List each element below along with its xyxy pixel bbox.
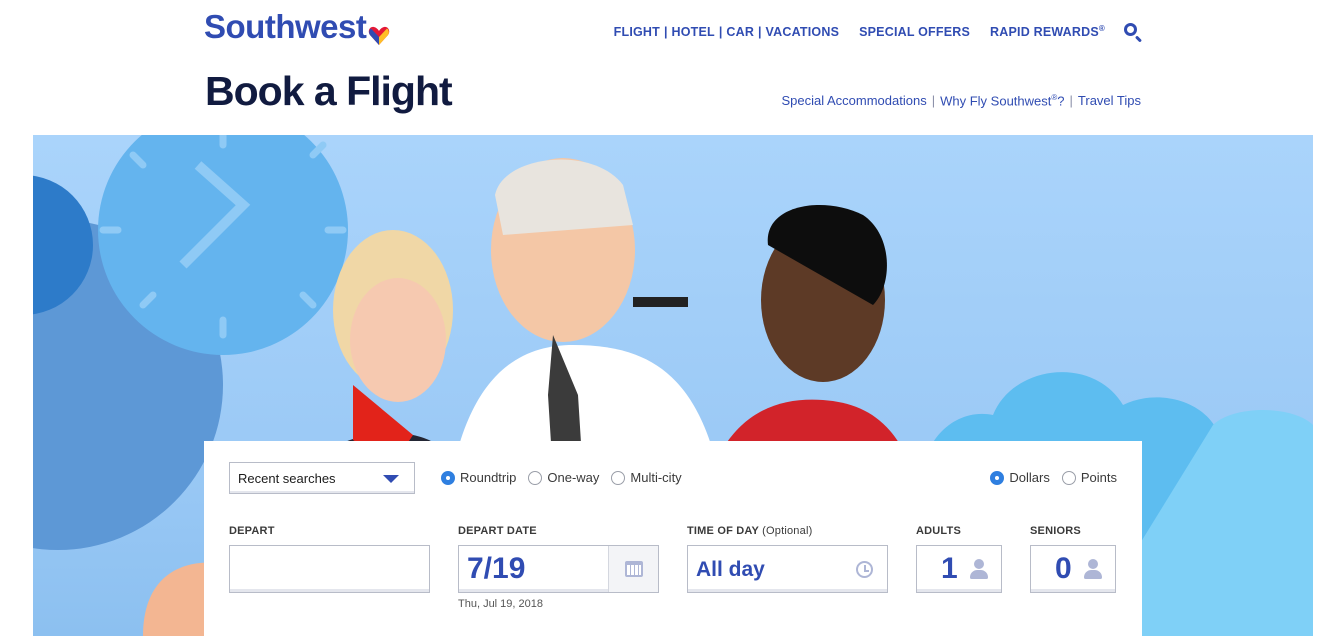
radio-empty-icon	[528, 470, 543, 485]
radio-selected-icon	[441, 470, 455, 485]
depart-field[interactable]	[229, 545, 430, 593]
roundtrip-radio[interactable]: Roundtrip	[441, 470, 516, 485]
seniors-field[interactable]: 0	[1030, 545, 1116, 593]
nav-rapid-rewards[interactable]: RAPID REWARDS®	[990, 24, 1105, 39]
seniors-label: SENIORS	[1030, 525, 1081, 537]
multicity-radio[interactable]: Multi-city	[611, 470, 682, 485]
why-fly-label: Why Fly Southwest	[940, 93, 1052, 109]
depart-date-full: Thu, Jul 19, 2018	[458, 598, 544, 610]
points-radio[interactable]: Points	[1061, 470, 1117, 485]
time-of-day-select[interactable]: All day	[687, 545, 888, 593]
nav-car[interactable]: CAR	[726, 25, 754, 39]
nav-special-offers[interactable]: SPECIAL OFFERS	[859, 25, 970, 39]
trip-type-group: Roundtrip One-way Multi-city	[441, 470, 682, 485]
depart-date-label: DEPART DATE	[458, 525, 537, 537]
time-of-day-value: All day	[696, 558, 765, 581]
depart-input[interactable]	[230, 546, 429, 592]
nav-vacations[interactable]: VACATIONS	[766, 25, 840, 39]
why-fly-suffix: ?	[1057, 93, 1065, 109]
recent-searches-label: Recent searches	[238, 471, 336, 486]
dollars-radio[interactable]: Dollars	[990, 470, 1050, 485]
radio-selected-icon	[990, 470, 1005, 485]
currency-group: Dollars Points	[990, 470, 1117, 485]
calendar-icon	[624, 561, 643, 577]
radio-empty-icon	[1061, 470, 1076, 485]
booking-panel: Recent searches Roundtrip One-way Multi-…	[204, 441, 1142, 636]
depart-label: DEPART	[229, 525, 275, 537]
search-icon[interactable]	[1123, 22, 1143, 43]
why-fly-southwest-link[interactable]: Why Fly Southwest®?	[940, 93, 1064, 108]
adults-value: 1	[941, 552, 958, 585]
special-accommodations-link[interactable]: Special Accommodations	[781, 93, 926, 108]
dropdown-caret-icon	[383, 475, 399, 483]
top-nav: FLIGHT | HOTEL | CAR | VACATIONS SPECIAL…	[614, 22, 1143, 43]
depart-date-value: 7/19	[467, 552, 526, 585]
depart-date-field[interactable]: 7/19	[458, 545, 659, 593]
optional-note: (Optional)	[762, 525, 813, 537]
clock-icon	[856, 561, 873, 578]
registered-mark: ®	[1098, 24, 1105, 34]
person-icon	[969, 559, 989, 579]
multicity-label: Multi-city	[630, 470, 682, 485]
nav-separator: |	[664, 25, 668, 39]
time-of-day-label: TIME OF DAY (Optional)	[687, 525, 812, 537]
adults-label: ADULTS	[916, 525, 961, 537]
radio-empty-icon	[611, 470, 626, 485]
product-nav: FLIGHT | HOTEL | CAR | VACATIONS	[614, 25, 839, 39]
time-of-day-label-text: TIME OF DAY	[687, 525, 759, 537]
oneway-label: One-way	[547, 470, 600, 485]
adults-field[interactable]: 1	[916, 545, 1002, 593]
link-separator: |	[931, 93, 936, 108]
roundtrip-label: Roundtrip	[460, 470, 517, 485]
nav-hotel[interactable]: HOTEL	[672, 25, 715, 39]
person-icon	[1083, 559, 1103, 579]
travel-tips-link[interactable]: Travel Tips	[1078, 93, 1141, 108]
logo-text: Southwest	[204, 8, 367, 45]
calendar-button[interactable]	[608, 546, 658, 592]
page: Southwest FLIGHT | HOTEL | CAR | VACATIO…	[0, 0, 1343, 636]
points-label: Points	[1080, 470, 1117, 485]
link-separator: |	[1069, 93, 1073, 108]
seniors-value: 0	[1055, 552, 1072, 585]
nav-flight[interactable]: FLIGHT	[614, 25, 660, 39]
sub-links: Special Accommodations | Why Fly Southwe…	[781, 93, 1141, 108]
oneway-radio[interactable]: One-way	[528, 470, 599, 485]
dollars-label: Dollars	[1009, 470, 1050, 485]
recent-searches-dropdown[interactable]: Recent searches	[229, 462, 415, 494]
nav-rapid-rewards-label: RAPID REWARDS	[990, 25, 1099, 40]
southwest-logo[interactable]: Southwest	[204, 8, 390, 54]
nav-separator: |	[718, 25, 723, 39]
page-title: Book a Flight	[205, 68, 453, 114]
heart-logo-icon	[368, 16, 390, 54]
nav-separator: |	[758, 25, 762, 39]
